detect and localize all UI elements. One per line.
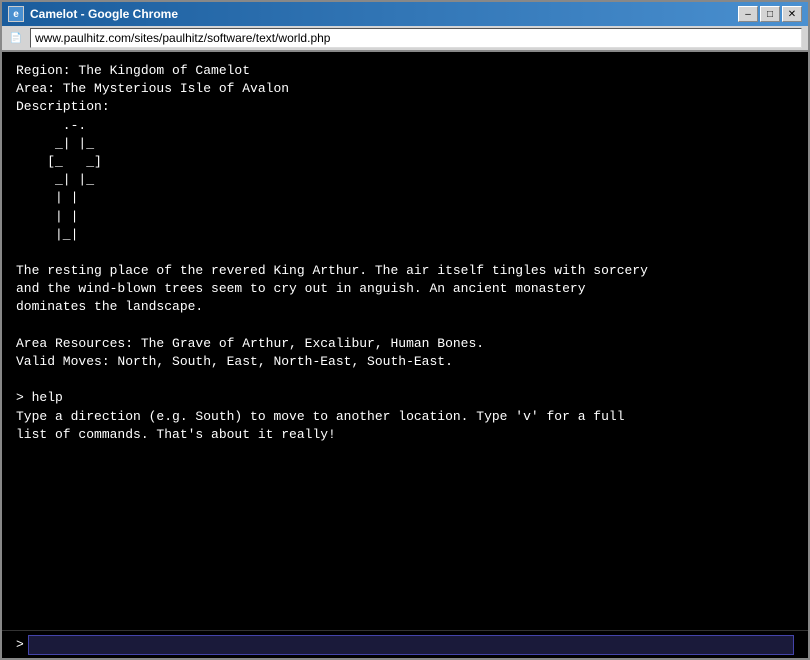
page-icon: 📄 [8,30,24,46]
command-entry: > help [16,389,794,407]
browser-window: e Camelot - Google Chrome – □ ✕ 📄 Region… [0,0,810,660]
browser-icon: e [8,6,24,22]
prompt-symbol: > [16,637,24,652]
area-line: Area: The Mysterious Isle of Avalon [16,80,794,98]
terminal-output: Region: The Kingdom of Camelot Area: The… [2,52,808,630]
close-button[interactable]: ✕ [782,6,802,22]
minimize-button[interactable]: – [738,6,758,22]
description-text: The resting place of the revered King Ar… [16,262,794,317]
resources-line: Area Resources: The Grave of Arthur, Exc… [16,335,794,353]
help-text: Type a direction (e.g. South) to move to… [16,408,794,444]
address-bar: 📄 [2,26,808,52]
description-label: Description: [16,98,794,116]
command-input[interactable] [28,635,794,655]
ascii-art: .-. _| |_ [_ _] _| |_ | | | | |_| [16,117,794,244]
window-title: Camelot - Google Chrome [30,7,178,21]
window-controls: – □ ✕ [738,6,802,22]
browser-content: Region: The Kingdom of Camelot Area: The… [2,52,808,658]
address-input[interactable] [30,28,802,48]
title-bar: e Camelot - Google Chrome – □ ✕ [2,2,808,26]
moves-line: Valid Moves: North, South, East, North-E… [16,353,794,371]
region-line: Region: The Kingdom of Camelot [16,62,794,80]
prompt-bar: > [2,630,808,658]
title-bar-left: e Camelot - Google Chrome [8,6,178,22]
maximize-button[interactable]: □ [760,6,780,22]
